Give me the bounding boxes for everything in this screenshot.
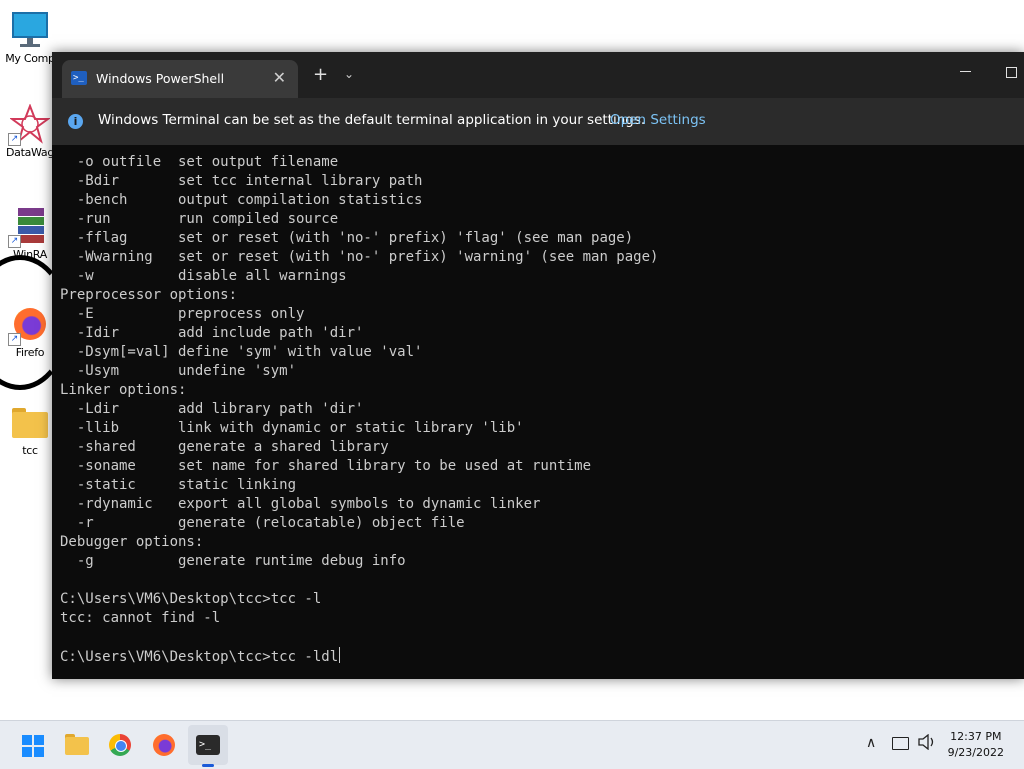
close-tab-icon[interactable]: ✕ [273,68,286,87]
chevron-down-icon[interactable]: ⌄ [344,67,354,81]
console-line: -E preprocess only [60,306,305,322]
console-line: -static static linking [60,477,297,493]
console-line: -w disable all warnings [60,268,347,284]
console-output[interactable]: -o outfile set output filename -Bdir set… [60,153,1024,679]
info-message: Windows Terminal can be set as the defau… [98,112,646,128]
desktop-icon-label: My Comp [5,52,55,65]
console-line: -rdynamic export all global symbols to d… [60,496,541,512]
desktop-icon-label: WinRA [13,248,47,261]
taskbar: >_ ∧ 12:37 PM 9/23/2022 [0,720,1024,769]
console-line: -run run compiled source [60,211,339,227]
title-bar[interactable]: >_ Windows PowerShell ✕ + ⌄ [52,52,1024,98]
active-app-indicator [202,764,214,767]
winrar-icon: ↗ [8,206,50,248]
console-line: Debugger options: [60,534,204,550]
maximize-button[interactable] [1006,67,1017,78]
desktop-icon-label: Firefo [15,346,45,359]
desktop-icon-label: DataWag [5,146,55,159]
console-line: Linker options: [60,382,187,398]
taskbar-firefox[interactable] [144,725,184,765]
chrome-icon [109,734,131,756]
folder-icon [10,402,50,442]
prompt-line[interactable]: C:\Users\VM6\Desktop\tcc>tcc -ldl [60,647,1024,666]
computer-icon [10,10,50,50]
info-icon: i [68,114,83,129]
console-line: -Usym undefine 'sym' [60,363,297,379]
console-line: -Ldir add library path 'dir' [60,401,364,417]
network-icon[interactable] [892,737,909,750]
text-cursor [339,647,341,663]
terminal-window[interactable]: >_ Windows PowerShell ✕ + ⌄ i Windows Te… [52,52,1024,679]
shortcut-arrow-icon: ↗ [8,133,21,146]
volume-icon[interactable] [918,733,936,754]
console-line: -Bdir set tcc internal library path [60,173,423,189]
start-icon [22,735,44,757]
info-bar: i Windows Terminal can be set as the def… [52,98,1024,145]
console-line: -r generate (relocatable) object file [60,515,465,531]
desktop-icon-datawag[interactable]: ↗ DataWag [0,103,60,159]
shortcut-arrow-icon: ↗ [8,333,21,346]
desktop-icon-my-computer[interactable]: My Comp [0,10,60,65]
datawag-icon: ↗ [8,103,52,146]
firefox-icon: ↗ [8,304,50,346]
clock[interactable]: 12:37 PM 9/23/2022 [948,729,1004,761]
taskbar-file-explorer[interactable] [56,725,96,765]
console-line: -Wwarning set or reset (with 'no-' prefi… [60,249,659,265]
desktop-icon-firefox[interactable]: ↗ Firefo [0,304,60,359]
console-line: -o outfile set output filename [60,154,339,170]
clock-time: 12:37 PM [950,730,1002,743]
new-tab-button[interactable]: + [313,64,328,85]
console-line: tcc: cannot find -l [60,610,221,626]
start-button[interactable] [12,725,52,765]
console-line: -fflag set or reset (with 'no-' prefix) … [60,230,634,246]
desktop-icon-label: tcc [22,444,38,457]
console-line: -Dsym[=val] define 'sym' with value 'val… [60,344,423,360]
console-line: -g generate runtime debug info [60,553,406,569]
console-line: -bench output compilation statistics [60,192,423,208]
console-line: -Idir add include path 'dir' [60,325,364,341]
clock-date: 9/23/2022 [947,746,1004,759]
file-explorer-icon [65,737,89,755]
console-line: C:\Users\VM6\Desktop\tcc>tcc -l [60,591,322,607]
taskbar-chrome[interactable] [100,725,140,765]
console-line: -llib link with dynamic or static librar… [60,420,524,436]
tab-title: Windows PowerShell [96,71,225,86]
shortcut-arrow-icon: ↗ [8,235,21,248]
tray-overflow-chevron[interactable]: ∧ [866,735,876,751]
command-input[interactable]: C:\Users\VM6\Desktop\tcc>tcc -ldl [60,649,338,665]
firefox-icon [153,734,175,756]
console-line: Preprocessor options: [60,287,238,303]
console-line: -soname set name for shared library to b… [60,458,592,474]
taskbar-terminal[interactable]: >_ [188,725,228,765]
desktop-icon-winrar[interactable]: ↗ WinRA [0,206,60,261]
powershell-icon: >_ [71,71,87,85]
console-line: -shared generate a shared library [60,439,389,455]
terminal-icon: >_ [196,735,220,755]
open-settings-link[interactable]: Open Settings [610,112,706,128]
minimize-button[interactable] [960,71,971,72]
desktop-icon-tcc[interactable]: tcc [0,402,60,457]
tab-windows-powershell[interactable]: >_ Windows PowerShell ✕ [62,60,298,98]
